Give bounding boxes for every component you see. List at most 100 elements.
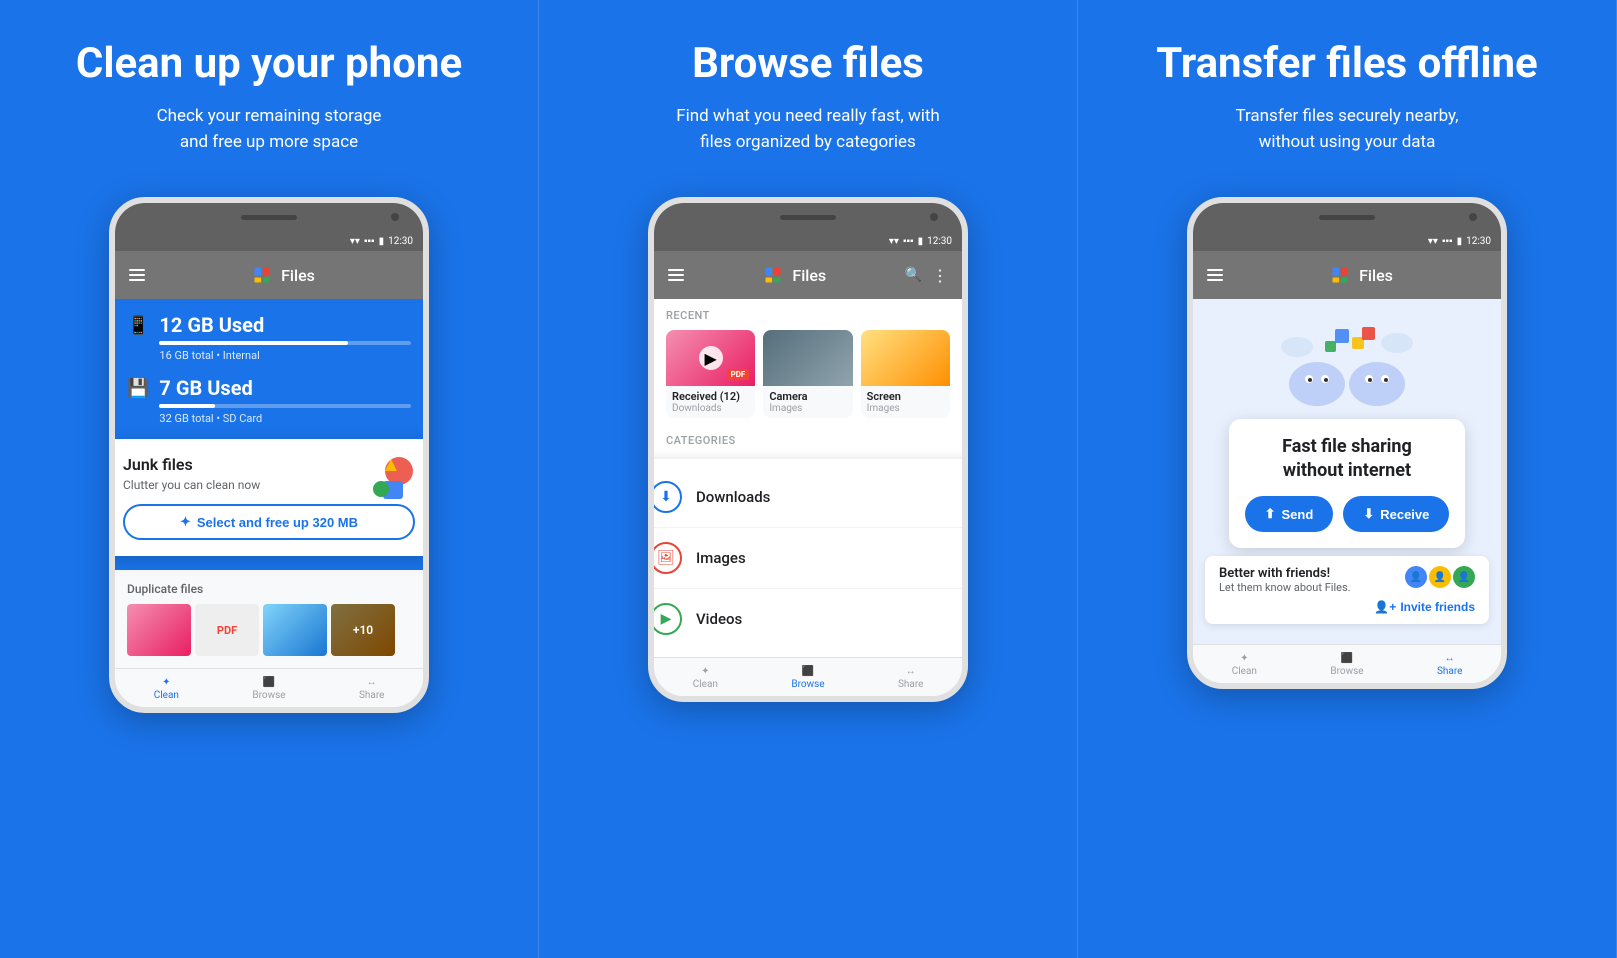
battery-icon-2: ▮ [918, 236, 924, 247]
avatar-3: 👤 [1453, 566, 1475, 588]
nav-share-label-3: Share [1437, 666, 1462, 677]
storage-sd-label: 32 GB total • SD Card [159, 412, 411, 425]
recent-row: ▶ PDF Received (12) Downloads [666, 330, 950, 418]
nav-clean-label-2: Clean [693, 679, 718, 690]
share-nav-icon-3: ↔ [1445, 653, 1455, 664]
panel-3-subtitle: Transfer files securely nearby,without u… [1235, 104, 1458, 155]
nav-share-3[interactable]: ↔ Share [1398, 645, 1501, 683]
browse-nav-icon: ⬛ [263, 677, 275, 688]
nav-clean-3[interactable]: ✦ Clean [1193, 645, 1296, 683]
hamburger-menu-3[interactable] [1207, 269, 1223, 281]
avatar-1: 👤 [1405, 566, 1427, 588]
phone-3: ▾▾ ▪▪▪ ▮ 12:30 [1187, 197, 1507, 689]
camera-type: Images [769, 403, 846, 414]
friends-card: Better with friends! Let them know about… [1205, 556, 1489, 624]
panel-3-title: Transfer files offline [1156, 40, 1537, 88]
storage-sd-used: 7 GB Used [159, 376, 411, 400]
nav-browse-3[interactable]: ⬛ Browse [1296, 645, 1399, 683]
phone-2-topbar [654, 203, 962, 231]
received-info: Received (12) Downloads [666, 386, 755, 418]
screen-name: Screen [867, 390, 944, 403]
play-circle-icon: ▶ [699, 346, 723, 370]
nav-share-2[interactable]: ↔ Share [859, 658, 962, 696]
recent-card-screen[interactable]: Screen Images [861, 330, 950, 418]
storage-bar-bg-2 [159, 404, 411, 408]
signal-icon-3: ▪▪▪ [1442, 236, 1453, 247]
cat-images[interactable]: 🖼 Images [654, 527, 962, 588]
browse-nav-icon-3: ⬛ [1341, 653, 1353, 664]
receive-label: Receive [1380, 507, 1429, 522]
sharing-illustration [1267, 319, 1427, 409]
categories-label: CATEGORIES [666, 434, 950, 447]
storage-sd: 💾 7 GB Used 32 GB total • SD Card [127, 376, 411, 425]
received-type: Downloads [672, 403, 749, 414]
phone-1-content: 📱 12 GB Used 16 GB total • Internal 💾 [115, 299, 423, 570]
friends-top-row: Better with friends! Let them know about… [1219, 566, 1475, 594]
recent-card-camera[interactable]: Camera Images [763, 330, 852, 418]
signal-icon: ▪▪▪ [364, 236, 375, 247]
clean-nav-icon-2: ✦ [701, 666, 709, 677]
cat-videos[interactable]: ▶ Videos [654, 588, 962, 649]
sparkle-icon: ✦ [180, 514, 191, 530]
dup-thumb-2: PDF [195, 604, 259, 656]
nav-browse-2[interactable]: ⬛ Browse [757, 658, 860, 696]
recent-card-received[interactable]: ▶ PDF Received (12) Downloads [666, 330, 755, 418]
dup-thumb-1 [127, 604, 191, 656]
invite-friends-button[interactable]: 👤+ Invite friends [1374, 600, 1475, 614]
camera-thumb [763, 330, 852, 386]
nav-clean-1[interactable]: ✦ Clean [115, 669, 218, 707]
appbar-icons-2: 🔍 ⋮ [905, 266, 948, 285]
browse-nav-icon-2: ⬛ [802, 666, 814, 677]
phone-3-camera [1469, 213, 1477, 221]
receive-button[interactable]: ⬇ Receive [1343, 496, 1449, 532]
app-title-text-3: Files [1359, 266, 1393, 285]
nav-share-label-2: Share [898, 679, 923, 690]
hamburger-menu-2[interactable] [668, 269, 684, 281]
panel-1-title: Clean up your phone [76, 40, 462, 88]
files-logo-icon-2 [762, 264, 784, 286]
receive-icon: ⬇ [1363, 506, 1374, 522]
cat-downloads[interactable]: ⬇ Downloads [654, 467, 962, 527]
camera-info: Camera Images [763, 386, 852, 418]
cat-videos-label: Videos [696, 610, 742, 628]
phone-1-camera [391, 213, 399, 221]
nav-clean-2[interactable]: ✦ Clean [654, 658, 757, 696]
storage-sd-info: 7 GB Used 32 GB total • SD Card [159, 376, 411, 425]
nav-browse-1[interactable]: ⬛ Browse [218, 669, 321, 707]
nav-share-1[interactable]: ↔ Share [320, 669, 423, 707]
phone-2-camera [930, 213, 938, 221]
phone-3-appbar: Files [1193, 251, 1501, 299]
hamburger-menu[interactable] [129, 269, 145, 281]
phone-1-statusbar: ▾▾ ▪▪▪ ▮ 12:30 [115, 231, 423, 251]
avatar-area: 👤 👤 👤 [1405, 566, 1475, 588]
clean-nav-icon: ✦ [162, 677, 170, 688]
recent-label: RECENT [666, 309, 950, 322]
invite-icon: 👤+ [1374, 600, 1396, 614]
dup-section-title: Duplicate files [127, 582, 411, 596]
cat-images-label: Images [696, 549, 746, 567]
more-icon[interactable]: ⋮ [932, 266, 948, 285]
storage-internal: 📱 12 GB Used 16 GB total • Internal [127, 313, 411, 362]
search-icon[interactable]: 🔍 [905, 267, 922, 283]
phone-2-content: RECENT ▶ PDF [654, 299, 962, 657]
sd-storage-icon: 💾 [127, 378, 149, 399]
received-thumb: ▶ PDF [666, 330, 755, 386]
dup-files-row: PDF +10 [127, 604, 411, 656]
send-button[interactable]: ⬆ Send [1245, 496, 1334, 532]
storage-bar-fill-2 [159, 404, 214, 408]
phone-1-bottom-content: Duplicate files PDF +10 [115, 570, 423, 668]
sharing-card: Fast file sharingwithout internet ⬆ Send… [1229, 419, 1466, 548]
phone-3-topbar [1193, 203, 1501, 231]
received-name: Received (12) [672, 390, 749, 403]
screen-type: Images [867, 403, 944, 414]
nav-share-label-1: Share [359, 690, 384, 701]
dup-thumb-4: +10 [331, 604, 395, 656]
phone-2-bottom-nav: ✦ Clean ⬛ Browse ↔ Share [654, 657, 962, 696]
wifi-icon: ▾▾ [350, 236, 360, 247]
battery-icon: ▮ [379, 236, 385, 247]
phone-1-bottom-nav: ✦ Clean ⬛ Browse ↔ Share [115, 668, 423, 707]
wifi-icon-3: ▾▾ [1428, 236, 1438, 247]
categories-card: ⬇ Downloads 🖼 Images ▶ Videos [654, 459, 962, 657]
panel-transfer: Transfer files offline Transfer files se… [1078, 0, 1617, 958]
app-title-text-2: Files [792, 266, 826, 285]
